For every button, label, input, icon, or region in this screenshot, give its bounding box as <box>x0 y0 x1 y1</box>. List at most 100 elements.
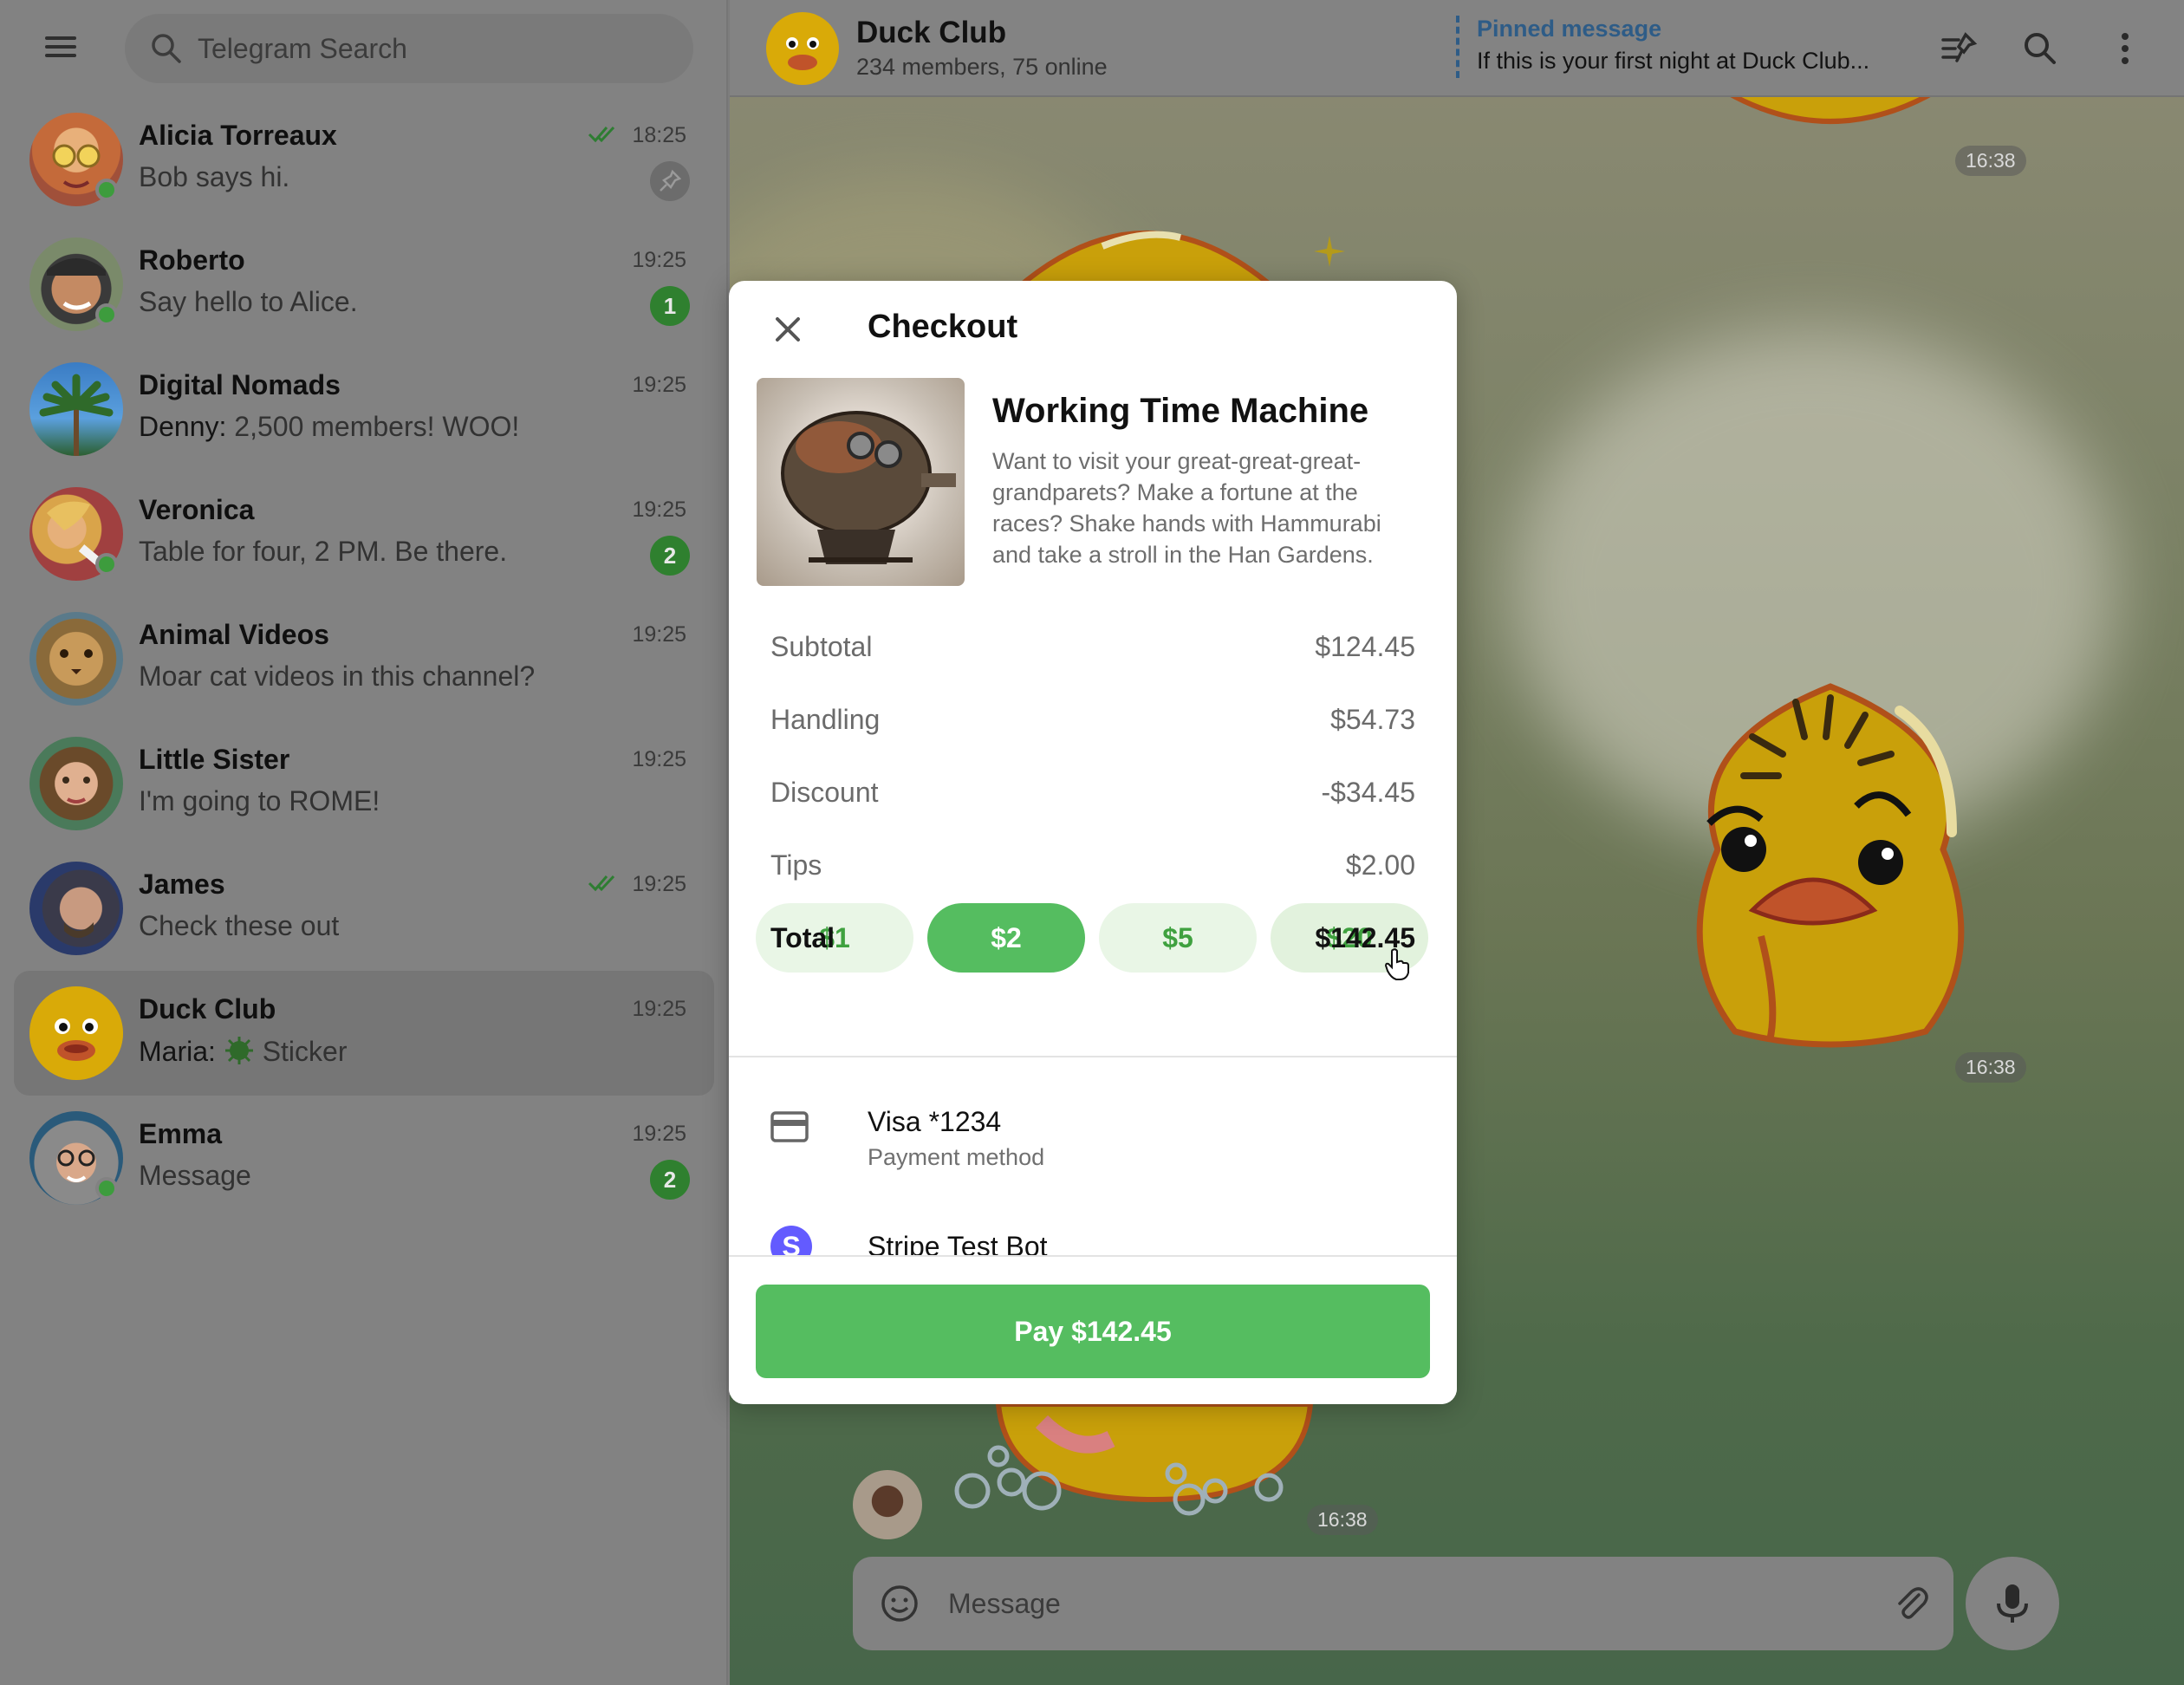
sidebar-header <box>0 0 728 97</box>
total-row: Total $142.45 <box>770 922 1415 966</box>
menu-icon[interactable] <box>35 31 90 66</box>
chat-item-animal-videos[interactable]: Animal Videos 19:25 Moar cat videos in t… <box>14 596 714 721</box>
message-composer[interactable] <box>853 1557 1953 1650</box>
payment-method-label: Payment method <box>868 1144 1045 1170</box>
unread-badge: 1 <box>650 286 690 326</box>
double-check-icon <box>588 875 615 892</box>
pinned-title: Pinned message <box>1477 16 1662 42</box>
pay-button[interactable]: Pay $142.45 <box>756 1285 1430 1378</box>
chat-time: 19:25 <box>632 747 686 771</box>
chat-last-message: Denny: 2,500 members! WOO! <box>139 411 519 443</box>
message-text: Sticker <box>262 1036 348 1067</box>
chat-last-message: Moar cat videos in this channel? <box>139 660 536 692</box>
product-image <box>757 378 965 586</box>
pinned-message[interactable]: Pinned message If this is your first nig… <box>1456 16 1907 78</box>
online-indicator <box>95 179 118 201</box>
more-icon[interactable] <box>2104 28 2146 69</box>
chat-list: Alicia Torreaux 18:25 Bob says hi. Rober… <box>14 97 714 1220</box>
chat-title: Duck Club <box>856 16 1007 49</box>
chat-name: James <box>139 869 225 900</box>
chat-last-message: Message <box>139 1160 251 1191</box>
chat-name: Emma <box>139 1118 223 1149</box>
bubbles-decoration <box>954 1445 1284 1516</box>
message-input[interactable] <box>948 1581 1815 1626</box>
row-value: $54.73 <box>1330 704 1415 735</box>
chat-item-emma[interactable]: Emma 19:25 Message 2 <box>14 1096 714 1220</box>
chat-time: 19:25 <box>632 498 686 522</box>
online-indicator <box>95 1177 118 1200</box>
row-label: Handling <box>770 704 881 735</box>
avatar <box>29 862 123 955</box>
search-icon <box>152 34 181 63</box>
chat-name: Digital Nomads <box>139 369 341 400</box>
unread-badge: 2 <box>650 1160 690 1200</box>
sidebar: Alicia Torreaux 18:25 Bob says hi. Rober… <box>0 0 728 1685</box>
checkout-header: Checkout <box>729 281 1457 376</box>
message-time: 16:38 <box>1955 1052 2026 1083</box>
chat-time: 19:25 <box>632 622 686 647</box>
pay-footer: Pay $142.45 <box>729 1255 1457 1404</box>
row-label: Subtotal <box>770 631 873 662</box>
duck-sticker <box>1696 683 1965 1048</box>
chat-last-message: Maria: Sticker <box>139 1035 347 1068</box>
row-label: Tips <box>770 849 822 881</box>
tips-row: Tips $2.00 <box>770 849 1415 893</box>
product-description: Want to visit your great-great-great-gra… <box>992 448 1381 568</box>
chat-avatar[interactable] <box>766 12 839 85</box>
message-time: 16:38 <box>1307 1505 1378 1535</box>
message-text: 2,500 members! WOO! <box>234 411 520 442</box>
attach-icon[interactable] <box>1889 1583 1931 1624</box>
chat-last-message: Say hello to Alice. <box>139 286 358 317</box>
search-icon[interactable] <box>2019 28 2061 69</box>
double-check-icon <box>588 126 615 143</box>
chat-item-james[interactable]: James 19:25 Check these out <box>14 846 714 971</box>
discount-row: Discount -$34.45 <box>770 777 1415 820</box>
emoji-icon[interactable] <box>879 1583 920 1624</box>
message-time: 16:38 <box>1955 146 2026 176</box>
chat-item-alicia[interactable]: Alicia Torreaux 18:25 Bob says hi. <box>14 97 714 222</box>
message-sender: Maria: <box>139 1036 216 1067</box>
search-input[interactable] <box>198 26 666 71</box>
checkout-title: Checkout <box>868 309 1018 345</box>
unread-badge: 2 <box>650 536 690 576</box>
chat-name: Animal Videos <box>139 619 329 650</box>
checkout-modal: Checkout Working Time Machine Want to vi… <box>729 281 1457 1404</box>
divider <box>729 1056 1457 1057</box>
chat-header[interactable]: Duck Club 234 members, 75 online Pinned … <box>730 0 2184 97</box>
message-sender: Denny: <box>139 411 227 442</box>
chat-name: Roberto <box>139 244 245 276</box>
chat-time: 19:25 <box>632 1122 686 1146</box>
total-value: $142.45 <box>1315 922 1415 953</box>
chat-item-digital-nomads[interactable]: Digital Nomads 19:25 Denny: 2,500 member… <box>14 347 714 472</box>
search-box[interactable] <box>125 14 693 83</box>
avatar <box>29 612 123 706</box>
chat-item-roberto[interactable]: Roberto 19:25 Say hello to Alice. 1 <box>14 222 714 347</box>
chat-item-duck-club[interactable]: Duck Club 19:25 Maria: Sticker <box>14 971 714 1096</box>
microphone-button[interactable] <box>1966 1557 2059 1650</box>
microphone-icon <box>1997 1584 2028 1623</box>
pinned-list-icon[interactable] <box>1938 28 1979 69</box>
credit-card-icon <box>770 1111 809 1142</box>
close-icon[interactable] <box>770 312 805 347</box>
chat-last-message: Table for four, 2 PM. Be there. <box>139 536 508 567</box>
chat-item-veronica[interactable]: Veronica 19:25 Table for four, 2 PM. Be … <box>14 472 714 596</box>
chat-time: 19:25 <box>632 373 686 397</box>
chat-item-little-sister[interactable]: Little Sister 19:25 I'm going to ROME! <box>14 721 714 846</box>
chat-time: 18:25 <box>632 123 686 147</box>
telegram-app: Alicia Torreaux 18:25 Bob says hi. Rober… <box>0 0 2184 1685</box>
row-value: $2.00 <box>1345 849 1415 881</box>
online-indicator <box>95 303 118 326</box>
row-value: $124.45 <box>1315 631 1415 662</box>
chat-name: Alicia Torreaux <box>139 120 337 151</box>
chat-last-message: Bob says hi. <box>139 161 290 192</box>
chat-name: Little Sister <box>139 744 290 775</box>
chat-last-message: Check these out <box>139 910 340 941</box>
payment-method-value: Visa *1234 <box>868 1106 1002 1137</box>
chat-name: Veronica <box>139 494 255 525</box>
sender-avatar[interactable] <box>853 1470 922 1539</box>
avatar <box>29 986 123 1080</box>
online-indicator <box>95 553 118 576</box>
chat-subtitle: 234 members, 75 online <box>856 54 1108 80</box>
chat-time: 19:25 <box>632 248 686 272</box>
pinned-text: If this is your first night at Duck Club… <box>1477 48 1870 74</box>
